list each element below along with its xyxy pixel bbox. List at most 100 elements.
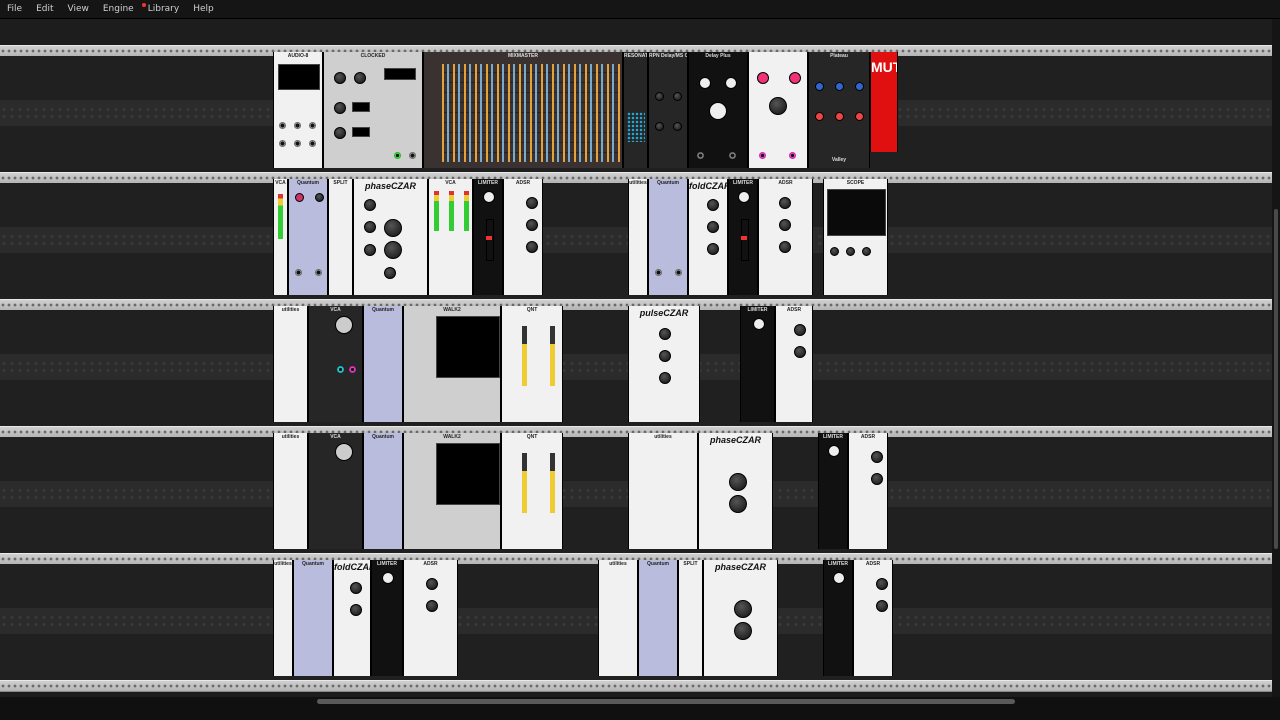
module-utilities[interactable]: utilities (273, 433, 308, 549)
jack[interactable] (759, 152, 766, 159)
knob[interactable] (334, 102, 346, 114)
knob[interactable] (335, 316, 353, 334)
module-adsr[interactable]: ADSR (848, 433, 888, 549)
module-utilities[interactable]: utilities (598, 560, 638, 676)
module-phaseczar[interactable]: phaseCZAR (353, 179, 428, 295)
module-phaseczar[interactable]: phaseCZAR (698, 433, 773, 549)
knob[interactable] (350, 582, 362, 594)
knob[interactable] (659, 328, 671, 340)
module-foldczar[interactable]: foldCZAR (333, 560, 371, 676)
module-clocked[interactable]: CLOCKED (323, 52, 423, 168)
knob[interactable] (779, 241, 791, 253)
jack[interactable] (729, 152, 736, 159)
module-split[interactable]: SPLIT (678, 560, 703, 676)
knob[interactable] (835, 112, 844, 121)
module-delay-cab[interactable]: RPN Delay/MS Cab (648, 52, 688, 168)
knob[interactable] (794, 346, 806, 358)
output-jack[interactable] (309, 140, 316, 147)
module-walk2[interactable]: WALK2 (403, 433, 501, 549)
menu-edit[interactable]: Edit (29, 0, 60, 18)
clock-jack[interactable] (409, 152, 416, 159)
jack[interactable] (789, 152, 796, 159)
module-utilities[interactable]: utilities (628, 433, 698, 549)
jack[interactable] (315, 269, 322, 276)
knob[interactable] (835, 82, 844, 91)
knob[interactable] (526, 197, 538, 209)
knob[interactable] (794, 324, 806, 336)
module-quantum[interactable]: Quantum (648, 179, 688, 295)
knob[interactable] (707, 199, 719, 211)
module-plateau[interactable]: Plateau Valley (808, 52, 870, 168)
module-quantum[interactable]: Quantum (363, 306, 403, 422)
menu-engine[interactable]: Engine (96, 0, 141, 18)
knob[interactable] (350, 604, 362, 616)
module-pulseczar[interactable]: pulseCZAR (628, 306, 700, 422)
menu-library[interactable]: Library (141, 0, 186, 18)
knob[interactable] (815, 82, 824, 91)
jack[interactable] (337, 366, 344, 373)
module-limiter[interactable]: LIMITER (371, 560, 403, 676)
knob[interactable] (699, 77, 711, 89)
knob[interactable] (871, 451, 883, 463)
knob[interactable] (833, 572, 845, 584)
knob[interactable] (725, 77, 737, 89)
mixer-channel-strips[interactable] (442, 64, 620, 162)
knob[interactable] (789, 72, 801, 84)
knob[interactable] (738, 191, 750, 203)
jack[interactable] (295, 269, 302, 276)
jack[interactable] (655, 269, 662, 276)
knob[interactable] (876, 600, 888, 612)
knob[interactable] (364, 199, 376, 211)
knob[interactable] (855, 112, 864, 121)
module-quantum[interactable]: Quantum (288, 179, 328, 295)
slider[interactable] (741, 219, 749, 261)
module-limiter[interactable]: LIMITER (728, 179, 758, 295)
knob[interactable] (655, 122, 664, 131)
jack[interactable] (697, 152, 704, 159)
module-quantum[interactable]: Quantum (363, 433, 403, 549)
module-quantum[interactable]: Quantum (638, 560, 678, 676)
module-mute[interactable]: MUTE (870, 52, 898, 152)
menu-file[interactable]: File (0, 0, 29, 18)
knob[interactable] (769, 97, 787, 115)
knob[interactable] (659, 350, 671, 362)
knob[interactable] (364, 244, 376, 256)
vertical-scrollbar[interactable] (1272, 19, 1280, 697)
menu-help[interactable]: Help (186, 0, 221, 18)
module-limiter[interactable]: LIMITER (473, 179, 503, 295)
knob[interactable] (659, 372, 671, 384)
knob[interactable] (426, 578, 438, 590)
knob[interactable] (779, 197, 791, 209)
module-vca[interactable]: VCA (273, 179, 288, 295)
knob[interactable] (709, 102, 727, 120)
module-walk2[interactable]: WALK2 (403, 306, 501, 422)
module-adsr[interactable]: ADSR (853, 560, 893, 676)
knob[interactable] (707, 221, 719, 233)
module-split[interactable]: SPLIT (328, 179, 353, 295)
output-jack[interactable] (279, 140, 286, 147)
module-vca[interactable]: VCA (308, 306, 363, 422)
rack-canvas[interactable]: AUDIO-8 CLOCKED MIXMASTER RESONATOR RPN … (0, 19, 1280, 697)
knob[interactable] (526, 219, 538, 231)
knob[interactable] (779, 219, 791, 231)
knob[interactable] (757, 72, 769, 84)
knob[interactable] (830, 247, 839, 256)
jack[interactable] (349, 366, 356, 373)
knob[interactable] (729, 495, 747, 513)
module-foldczar[interactable]: foldCZAR (688, 179, 728, 295)
knob[interactable] (673, 122, 682, 131)
module-audio8[interactable]: AUDIO-8 (273, 52, 323, 168)
slider[interactable] (486, 219, 494, 261)
module-limiter[interactable]: LIMITER (823, 560, 853, 676)
module-mixer[interactable]: MIXMASTER (423, 52, 623, 168)
knob[interactable] (846, 247, 855, 256)
module-resonator[interactable]: RESONATOR (623, 52, 648, 168)
horizontal-scrollbar[interactable] (0, 697, 1280, 720)
module-adsr[interactable]: ADSR (503, 179, 543, 295)
knob[interactable] (354, 72, 366, 84)
input-jack[interactable] (279, 122, 286, 129)
knob[interactable] (673, 92, 682, 101)
module-limiter[interactable]: LIMITER (818, 433, 848, 549)
clock-jack[interactable] (394, 152, 401, 159)
output-jack[interactable] (294, 140, 301, 147)
